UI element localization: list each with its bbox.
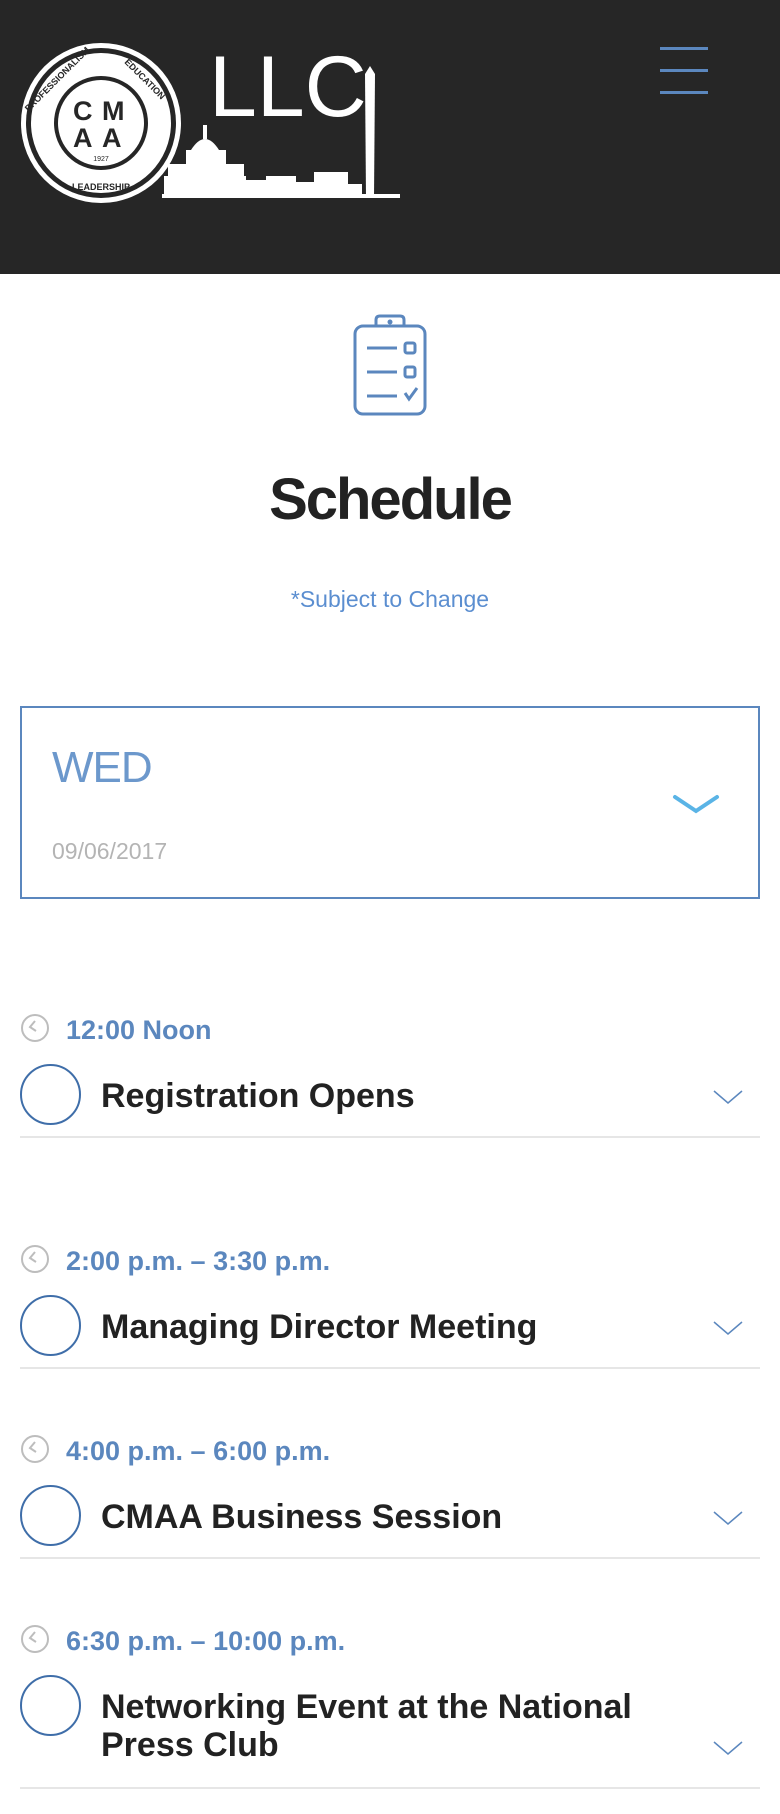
page-title: Schedule (269, 467, 513, 532)
event-title: CMAA Business Session (101, 1498, 503, 1536)
event-time: 6:30 p.m. – 10:00 p.m. (66, 1626, 346, 1656)
event-select-radio[interactable] (20, 1064, 81, 1125)
site-header: PROFESSIONALISM EDUCATION LEADERSHIP C M… (0, 0, 780, 274)
clock-icon (21, 1245, 49, 1273)
event-title-line-2: Press Club (101, 1726, 279, 1764)
seal-letter-c: C (73, 96, 93, 126)
event-title-line-1: Networking Event at the National (101, 1688, 632, 1726)
seal-letter-a2: A (102, 123, 122, 153)
event-title: Networking Event at the National Press C… (101, 1688, 691, 1764)
event-select-radio[interactable] (20, 1295, 81, 1356)
schedule-event[interactable]: 4:00 p.m. – 6:00 p.m. CMAA Business Sess… (20, 1434, 760, 1559)
event-select-radio[interactable] (20, 1675, 81, 1736)
schedule-event[interactable]: 12:00 Noon Registration Opens (20, 1013, 760, 1138)
chevron-down-icon (673, 795, 719, 814)
event-select-radio[interactable] (20, 1485, 81, 1546)
selected-date: 09/06/2017 (52, 838, 168, 864)
chevron-down-icon[interactable] (713, 1089, 743, 1105)
page-subtitle: *Subject to Change (290, 586, 490, 612)
event-time: 12:00 Noon (66, 1015, 212, 1045)
clipboard-checklist-icon (353, 314, 427, 416)
llc-wordmark: LLC (209, 39, 367, 135)
seal-letter-a1: A (73, 123, 93, 153)
clock-icon (21, 1014, 49, 1042)
clock-icon (21, 1625, 49, 1653)
cmaa-llc-logo[interactable]: PROFESSIONALISM EDUCATION LEADERSHIP C M… (16, 38, 446, 208)
clock-icon (21, 1435, 49, 1463)
chevron-down-icon[interactable] (713, 1740, 743, 1756)
seal-text-leadership: LEADERSHIP (72, 182, 130, 192)
seal-letter-m: M (102, 96, 125, 126)
event-time: 2:00 p.m. – 3:30 p.m. (66, 1246, 331, 1276)
hamburger-menu-icon[interactable] (656, 44, 712, 100)
schedule-event[interactable]: 2:00 p.m. – 3:30 p.m. Managing Director … (20, 1244, 760, 1369)
schedule-event[interactable]: 6:30 p.m. – 10:00 p.m. Networking Event … (20, 1624, 760, 1789)
event-time: 4:00 p.m. – 6:00 p.m. (66, 1436, 331, 1466)
chevron-down-icon[interactable] (713, 1320, 743, 1336)
selected-day: WED (52, 743, 153, 792)
seal-year: 1927 (93, 156, 109, 163)
chevron-down-icon[interactable] (713, 1510, 743, 1526)
event-title: Registration Opens (101, 1077, 415, 1115)
event-title: Managing Director Meeting (101, 1308, 538, 1346)
day-selector-dropdown[interactable]: WED 09/06/2017 (20, 706, 760, 899)
